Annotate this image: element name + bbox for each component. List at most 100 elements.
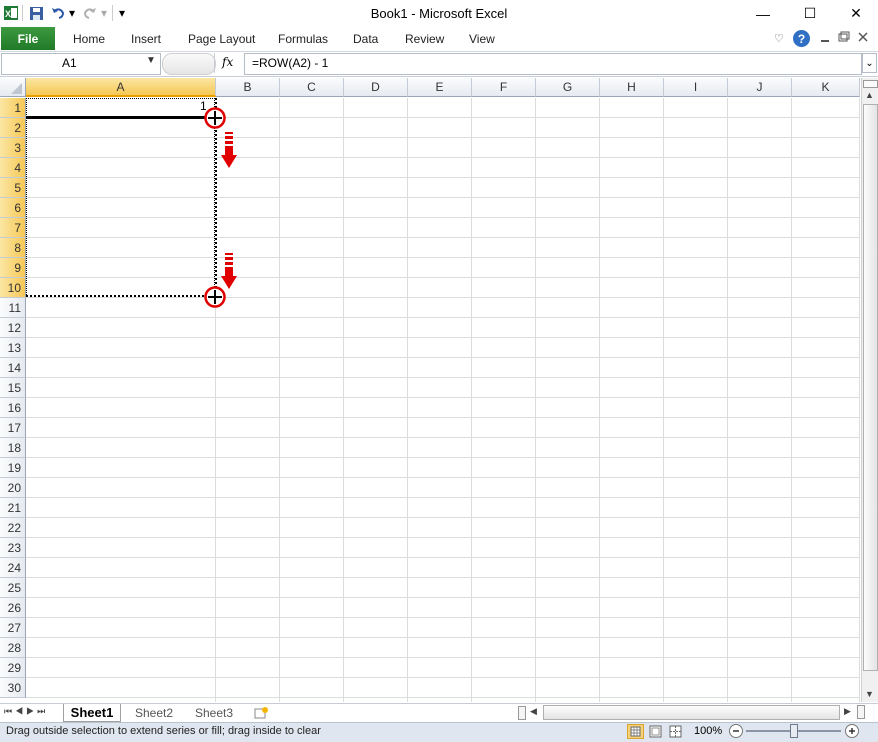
row-header-5[interactable]: 5 bbox=[0, 178, 26, 198]
column-header-k[interactable]: K bbox=[792, 78, 860, 97]
horizontal-scroll-thumb[interactable] bbox=[543, 705, 840, 720]
minimize-ribbon-icon[interactable]: ♡ bbox=[774, 32, 784, 45]
row-header-19[interactable]: 19 bbox=[0, 458, 26, 478]
row-header-8[interactable]: 8 bbox=[0, 238, 26, 258]
formula-input[interactable] bbox=[244, 53, 862, 75]
row-header-11[interactable]: 11 bbox=[0, 298, 26, 318]
column-header-j[interactable]: J bbox=[728, 78, 792, 97]
crosshair-plus-icon[interactable] bbox=[204, 107, 226, 129]
row-gridline bbox=[26, 497, 860, 498]
tab-view[interactable]: View bbox=[469, 32, 495, 46]
tab-home[interactable]: Home bbox=[73, 32, 105, 46]
row-gridline bbox=[26, 537, 860, 538]
scroll-up-icon[interactable]: ▲ bbox=[863, 88, 876, 102]
row-header-4[interactable]: 4 bbox=[0, 158, 26, 178]
sheet-navigation-icons[interactable]: ⏮◀▶⏭ bbox=[4, 706, 48, 717]
row-header-7[interactable]: 7 bbox=[0, 218, 26, 238]
row-header-13[interactable]: 13 bbox=[0, 338, 26, 358]
row-header-23[interactable]: 23 bbox=[0, 538, 26, 558]
name-box-value: A1 bbox=[62, 56, 77, 70]
expand-formula-bar-icon[interactable]: ⌄ bbox=[862, 53, 877, 73]
down-arrow-icon bbox=[220, 132, 240, 170]
zoom-slider-thumb[interactable] bbox=[790, 724, 798, 738]
row-gridline bbox=[26, 417, 860, 418]
row-header-9[interactable]: 9 bbox=[0, 258, 26, 278]
row-header-27[interactable]: 27 bbox=[0, 618, 26, 638]
insert-sheet-icon[interactable] bbox=[253, 706, 269, 720]
select-all-button[interactable] bbox=[0, 78, 26, 97]
workbook-close-icon[interactable] bbox=[857, 31, 869, 43]
page-break-preview-icon[interactable] bbox=[668, 724, 685, 739]
insert-function-button[interactable]: fx bbox=[222, 55, 233, 69]
row-gridline bbox=[26, 577, 860, 578]
row-header-20[interactable]: 20 bbox=[0, 478, 26, 498]
formula-text: =ROW(A2) - 1 bbox=[252, 56, 329, 70]
workbook-restore-icon[interactable] bbox=[838, 31, 850, 43]
normal-view-icon[interactable] bbox=[627, 724, 644, 739]
split-box[interactable] bbox=[863, 80, 878, 88]
row-header-12[interactable]: 12 bbox=[0, 318, 26, 338]
column-header-d[interactable]: D bbox=[344, 78, 408, 97]
zoom-in-icon[interactable] bbox=[845, 724, 859, 738]
tab-insert[interactable]: Insert bbox=[131, 32, 161, 46]
row-header-15[interactable]: 15 bbox=[0, 378, 26, 398]
row-gridline bbox=[26, 457, 860, 458]
row-header-14[interactable]: 14 bbox=[0, 358, 26, 378]
name-box[interactable] bbox=[1, 53, 161, 75]
row-gridline bbox=[26, 397, 860, 398]
row-header-21[interactable]: 21 bbox=[0, 498, 26, 518]
row-header-24[interactable]: 24 bbox=[0, 558, 26, 578]
row-header-3[interactable]: 3 bbox=[0, 138, 26, 158]
scroll-down-icon[interactable]: ▼ bbox=[863, 687, 876, 701]
tab-sheet3[interactable]: Sheet3 bbox=[186, 704, 242, 721]
scroll-right-icon[interactable]: ▶ bbox=[844, 706, 851, 717]
column-header-e[interactable]: E bbox=[408, 78, 472, 97]
tab-formulas[interactable]: Formulas bbox=[278, 32, 328, 46]
column-header-b[interactable]: B bbox=[216, 78, 280, 97]
row-header-29[interactable]: 29 bbox=[0, 658, 26, 678]
row-header-30[interactable]: 30 bbox=[0, 678, 26, 698]
row-header-22[interactable]: 22 bbox=[0, 518, 26, 538]
workbook-minimize-icon[interactable] bbox=[819, 32, 831, 44]
column-header-a[interactable]: A bbox=[26, 78, 216, 97]
selection-marquee[interactable] bbox=[26, 98, 215, 297]
row-header-1[interactable]: 1 bbox=[0, 98, 26, 118]
row-header-16[interactable]: 16 bbox=[0, 398, 26, 418]
row-header-6[interactable]: 6 bbox=[0, 198, 26, 218]
formula-bar-splitter[interactable] bbox=[162, 53, 216, 75]
help-icon[interactable]: ? bbox=[793, 30, 810, 47]
maximize-button[interactable]: ☐ bbox=[787, 0, 833, 27]
minimize-button[interactable]: — bbox=[740, 0, 786, 27]
column-header-i[interactable]: I bbox=[664, 78, 728, 97]
tab-sheet2[interactable]: Sheet2 bbox=[126, 704, 182, 721]
tab-data[interactable]: Data bbox=[353, 32, 378, 46]
zoom-out-icon[interactable] bbox=[729, 724, 743, 738]
column-header-g[interactable]: G bbox=[536, 78, 600, 97]
name-box-dropdown-icon[interactable]: ▼ bbox=[146, 55, 156, 66]
vertical-scroll-thumb[interactable] bbox=[863, 104, 878, 671]
column-header-f[interactable]: F bbox=[472, 78, 536, 97]
close-button[interactable]: ✕ bbox=[833, 0, 878, 27]
tab-page-layout[interactable]: Page Layout bbox=[188, 32, 255, 46]
zoom-level[interactable]: 100% bbox=[694, 725, 722, 737]
column-header-c[interactable]: C bbox=[280, 78, 344, 97]
page-layout-view-icon[interactable] bbox=[648, 724, 665, 739]
tab-review[interactable]: Review bbox=[405, 32, 444, 46]
row-header-18[interactable]: 18 bbox=[0, 438, 26, 458]
tab-split-handle[interactable] bbox=[518, 706, 526, 720]
row-header-26[interactable]: 26 bbox=[0, 598, 26, 618]
row-header-25[interactable]: 25 bbox=[0, 578, 26, 598]
column-header-h[interactable]: H bbox=[600, 78, 664, 97]
row-header-28[interactable]: 28 bbox=[0, 638, 26, 658]
scroll-left-icon[interactable]: ◀ bbox=[530, 706, 537, 717]
row-gridline bbox=[26, 477, 860, 478]
down-arrow-icon bbox=[220, 253, 240, 291]
tab-sheet1[interactable]: Sheet1 bbox=[63, 704, 121, 722]
row-header-17[interactable]: 17 bbox=[0, 418, 26, 438]
file-tab[interactable]: File bbox=[1, 27, 55, 50]
row-header-2[interactable]: 2 bbox=[0, 118, 26, 138]
column-gridline bbox=[599, 98, 600, 702]
h-split-box[interactable] bbox=[857, 705, 865, 719]
row-header-10[interactable]: 10 bbox=[0, 278, 26, 298]
help-label: ? bbox=[797, 31, 806, 46]
